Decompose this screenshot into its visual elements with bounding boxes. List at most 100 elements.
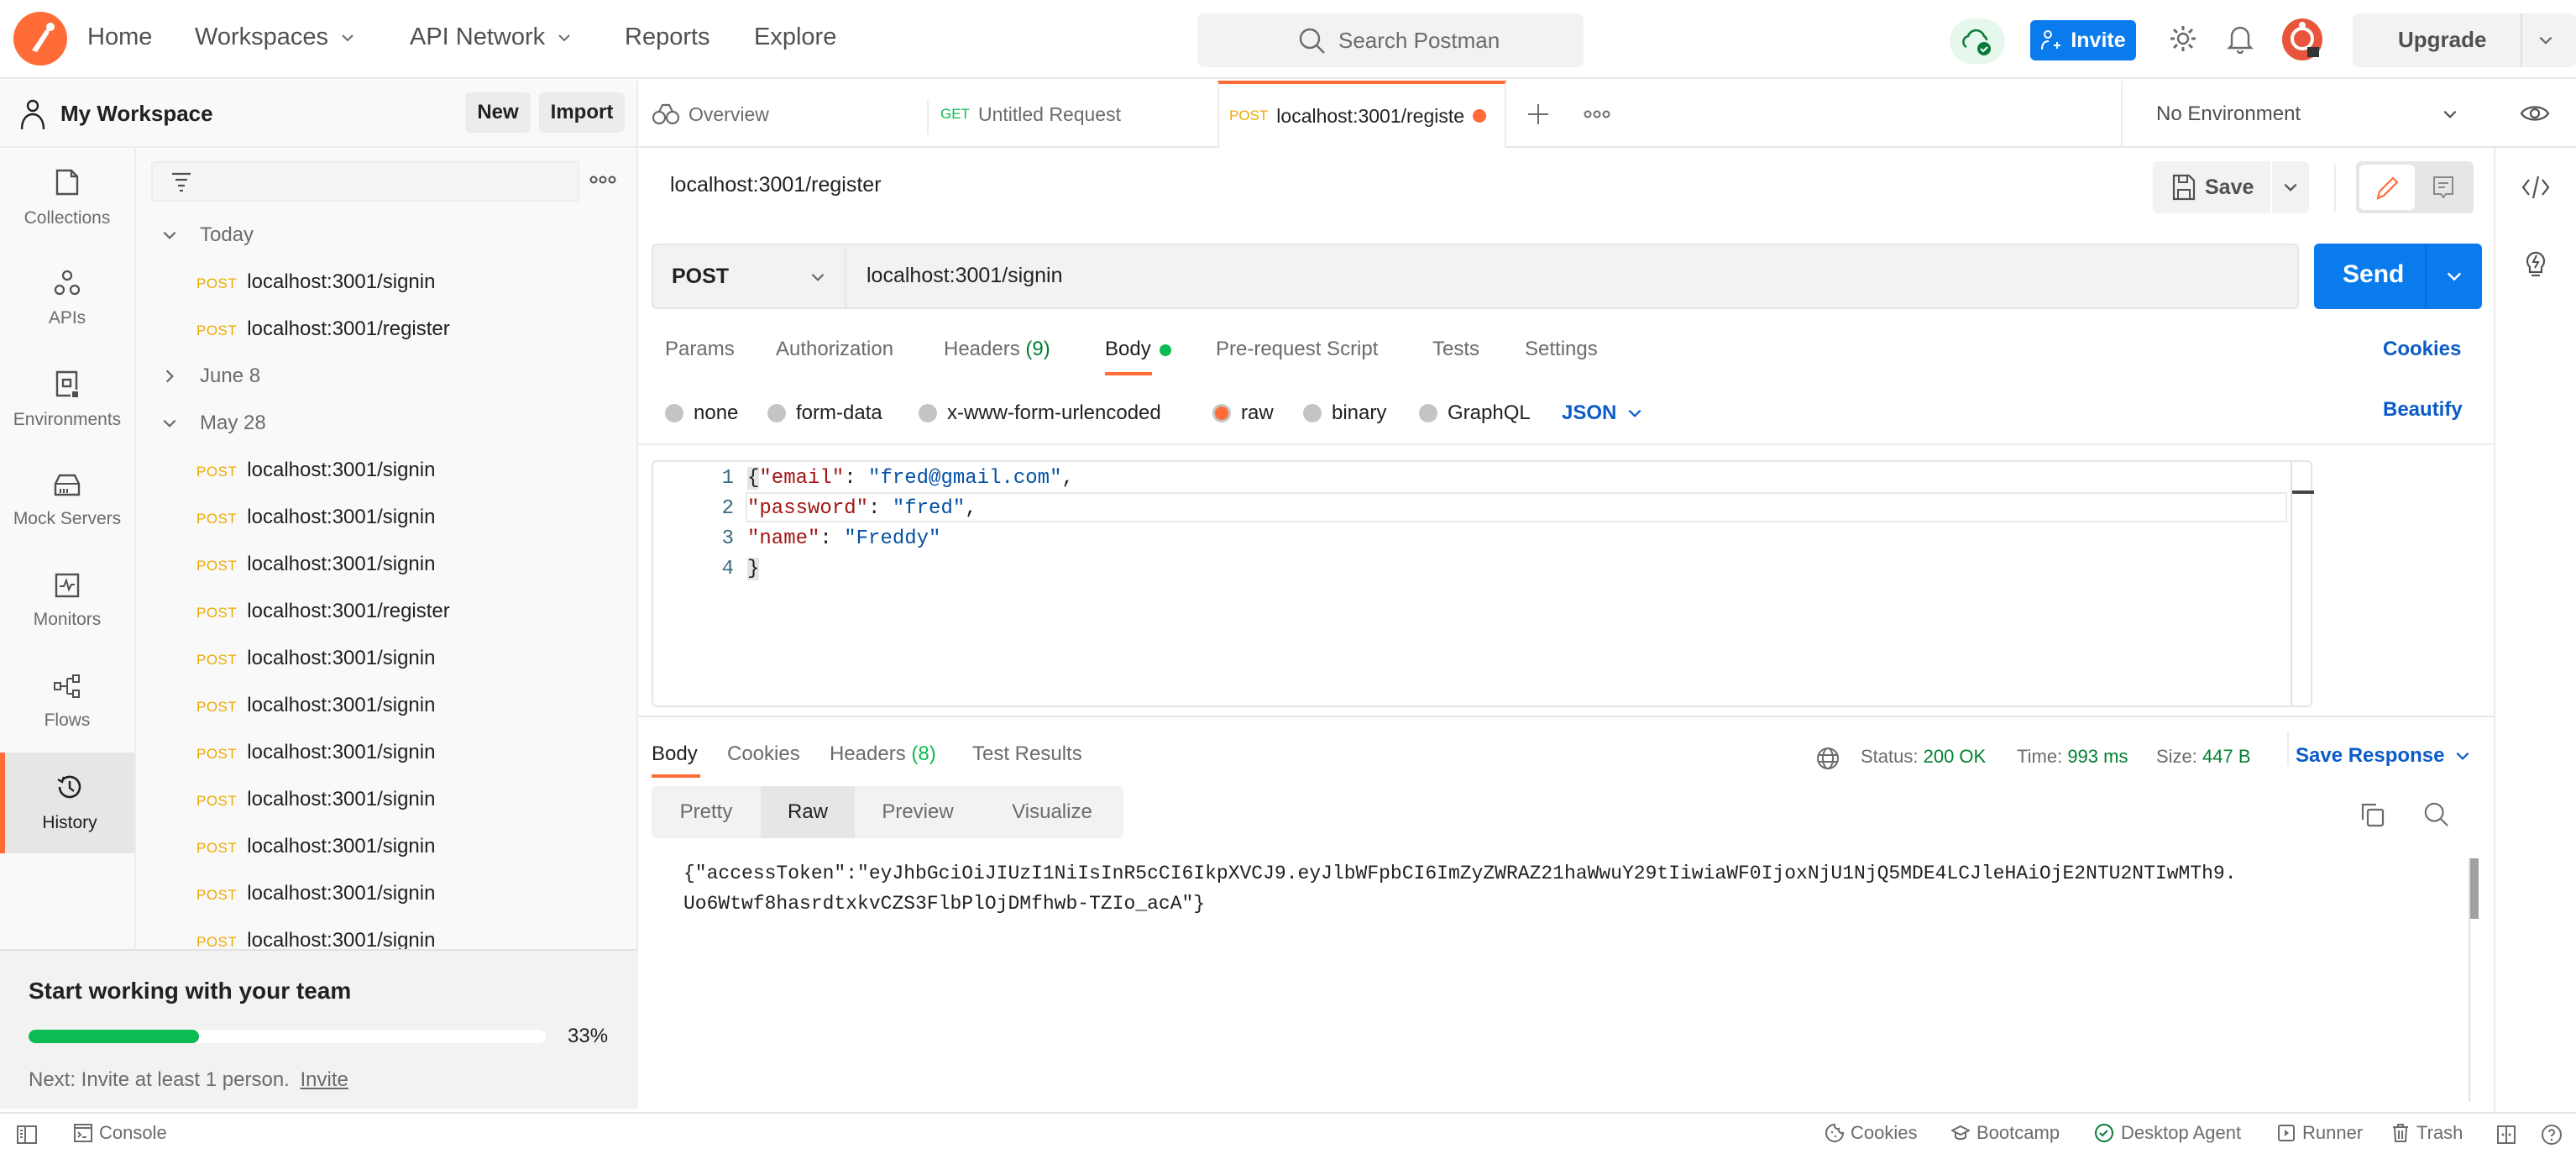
- tab-settings[interactable]: Settings: [1525, 338, 1598, 361]
- two-pane-view-icon[interactable]: [2497, 1125, 2516, 1144]
- search-input[interactable]: Search Postman: [1197, 13, 1584, 67]
- body-type-raw[interactable]: raw: [1212, 401, 1274, 425]
- tab-tests[interactable]: Tests: [1432, 338, 1479, 361]
- method-select[interactable]: POST: [653, 245, 846, 307]
- save-button[interactable]: Save: [2153, 161, 2270, 213]
- tab-authorization[interactable]: Authorization: [776, 338, 893, 361]
- nav-api-network[interactable]: API Network: [410, 24, 572, 51]
- history-item[interactable]: POST localhost:3001/signin: [196, 459, 435, 482]
- body-type-binary[interactable]: binary: [1303, 401, 1386, 425]
- gear-icon[interactable]: [2168, 24, 2198, 54]
- copy-icon[interactable]: [2359, 801, 2386, 828]
- history-item[interactable]: POST localhost:3001/register: [196, 317, 450, 341]
- save-response-button[interactable]: Save Response: [2296, 744, 2471, 768]
- edit-mode-button[interactable]: [2359, 165, 2415, 210]
- history-item[interactable]: POST localhost:3001/register: [196, 600, 450, 623]
- sync-status-button[interactable]: [1950, 18, 2005, 64]
- history-item[interactable]: POST localhost:3001/signin: [196, 741, 435, 764]
- tab-pre-request-script[interactable]: Pre-request Script: [1216, 338, 1378, 361]
- nav-workspaces[interactable]: Workspaces: [195, 24, 355, 51]
- response-tab-headers[interactable]: Headers (8): [830, 742, 936, 766]
- chevron-down-icon[interactable]: [2445, 267, 2463, 286]
- history-item[interactable]: POST localhost:3001/signin: [196, 788, 435, 811]
- avatar[interactable]: [2282, 18, 2322, 60]
- tab-untitled-request[interactable]: GET Untitled Request: [940, 81, 1217, 148]
- history-group-may-28[interactable]: May 28: [161, 412, 266, 435]
- sidebar-item-environments[interactable]: Environments: [0, 349, 134, 450]
- nav-reports[interactable]: Reports: [625, 24, 710, 51]
- desktop-agent-button[interactable]: Desktop Agent: [2094, 1122, 2241, 1144]
- view-visualize[interactable]: Visualize: [981, 786, 1123, 838]
- view-preview[interactable]: Preview: [855, 786, 981, 838]
- request-title[interactable]: localhost:3001/register: [670, 173, 882, 197]
- beautify-link[interactable]: Beautify: [2383, 398, 2463, 422]
- runner-button[interactable]: Runner: [2277, 1122, 2363, 1144]
- history-item[interactable]: POST localhost:3001/signin: [196, 647, 435, 670]
- invite-button[interactable]: Invite: [2030, 20, 2136, 60]
- chevron-down-icon[interactable]: [2537, 32, 2554, 49]
- more-tabs-icon[interactable]: [1584, 108, 1610, 121]
- tab-params[interactable]: Params: [665, 338, 735, 361]
- tab-body[interactable]: Body: [1105, 338, 1172, 361]
- history-group-today[interactable]: Today: [161, 223, 254, 247]
- workspace-name[interactable]: My Workspace: [60, 101, 213, 127]
- sidebar-item-history[interactable]: History: [0, 753, 134, 853]
- size-value[interactable]: 447 B: [2202, 746, 2251, 767]
- environment-quick-look-icon[interactable]: [2519, 99, 2551, 128]
- save-dropdown-button[interactable]: [2272, 161, 2309, 213]
- history-item[interactable]: POST localhost:3001/signin: [196, 929, 435, 951]
- tab-localhost-register[interactable]: POST localhost:3001/registe: [1217, 81, 1506, 148]
- history-item[interactable]: POST localhost:3001/signin: [196, 553, 435, 576]
- view-pretty[interactable]: Pretty: [652, 786, 761, 838]
- help-icon[interactable]: [2541, 1124, 2563, 1146]
- history-item[interactable]: POST localhost:3001/signin: [196, 835, 435, 858]
- history-filter-input[interactable]: [151, 161, 579, 202]
- sidebar-item-flows[interactable]: Flows: [0, 652, 134, 753]
- send-button[interactable]: Send: [2314, 244, 2482, 309]
- toggle-sidebar-icon[interactable]: [17, 1125, 37, 1144]
- sidebar-item-mock-servers[interactable]: Mock Servers: [0, 450, 134, 551]
- sidebar-item-monitors[interactable]: Monitors: [0, 551, 134, 652]
- import-button[interactable]: Import: [539, 92, 625, 133]
- history-group-june-8[interactable]: June 8: [161, 365, 260, 388]
- sidebar-item-apis[interactable]: APIs: [0, 249, 134, 349]
- body-type-none[interactable]: none: [665, 401, 738, 425]
- plus-icon[interactable]: [1526, 102, 1550, 126]
- code-icon[interactable]: [2521, 173, 2551, 202]
- view-raw[interactable]: Raw: [761, 786, 855, 838]
- history-item[interactable]: POST localhost:3001/signin: [196, 270, 435, 294]
- nav-explore[interactable]: Explore: [754, 24, 836, 51]
- console-button[interactable]: Console: [74, 1122, 167, 1144]
- time-value[interactable]: 993 ms: [2067, 746, 2128, 767]
- cookies-button[interactable]: Cookies: [1825, 1122, 1917, 1144]
- history-item[interactable]: POST localhost:3001/signin: [196, 506, 435, 529]
- response-tab-body[interactable]: Body: [652, 742, 698, 766]
- history-item[interactable]: POST localhost:3001/signin: [196, 882, 435, 905]
- globe-icon[interactable]: [1815, 746, 1840, 771]
- upgrade-button[interactable]: Upgrade: [2353, 13, 2576, 67]
- more-options-icon[interactable]: [589, 173, 616, 186]
- body-type-form-data[interactable]: form-data: [767, 401, 882, 425]
- history-item[interactable]: POST localhost:3001/signin: [196, 694, 435, 717]
- request-body-editor[interactable]: 1 {"email": "fred@gmail.com", 2 "passwor…: [652, 460, 2314, 707]
- status-value[interactable]: 200 OK: [1924, 746, 1987, 767]
- trash-button[interactable]: Trash: [2391, 1122, 2463, 1144]
- postman-logo[interactable]: [13, 12, 67, 66]
- body-format-select[interactable]: JSON: [1562, 401, 1643, 425]
- search-icon[interactable]: [2423, 801, 2450, 828]
- body-type-graphql[interactable]: GraphQL: [1419, 401, 1531, 425]
- editor-scrollbar-track[interactable]: [2291, 462, 2292, 706]
- tab-overview[interactable]: Overview: [652, 81, 929, 148]
- response-tab-cookies[interactable]: Cookies: [727, 742, 800, 766]
- response-tab-test-results[interactable]: Test Results: [972, 742, 1082, 766]
- url-input[interactable]: localhost:3001/signin: [867, 264, 1063, 288]
- body-type-urlencoded[interactable]: x-www-form-urlencoded: [919, 401, 1161, 425]
- sidebar-item-collections[interactable]: Collections: [0, 148, 134, 249]
- bell-icon[interactable]: [2227, 24, 2254, 54]
- environment-select[interactable]: No Environment: [2121, 81, 2576, 148]
- cookies-link[interactable]: Cookies: [2383, 338, 2461, 361]
- response-raw-body[interactable]: {"accessToken":"eyJhbGciOiJIUzI1NiIsInR5…: [683, 858, 2363, 919]
- lightbulb-icon[interactable]: [2521, 247, 2551, 281]
- tab-headers[interactable]: Headers (9): [944, 338, 1050, 361]
- invite-link[interactable]: Invite: [301, 1068, 348, 1091]
